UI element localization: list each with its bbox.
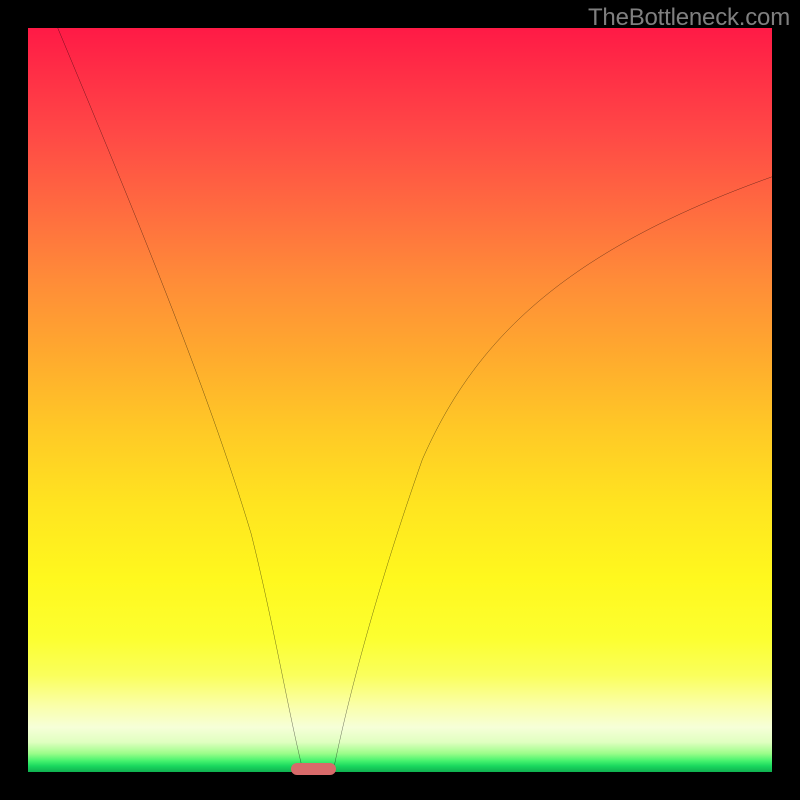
plot-area: [28, 28, 772, 772]
optimum-marker: [291, 763, 336, 775]
chart-frame: TheBottleneck.com: [0, 0, 800, 800]
curve-left-branch: [58, 28, 304, 772]
bottleneck-curve: [28, 28, 772, 772]
curve-right-branch: [333, 177, 772, 772]
watermark-text: TheBottleneck.com: [588, 4, 790, 32]
